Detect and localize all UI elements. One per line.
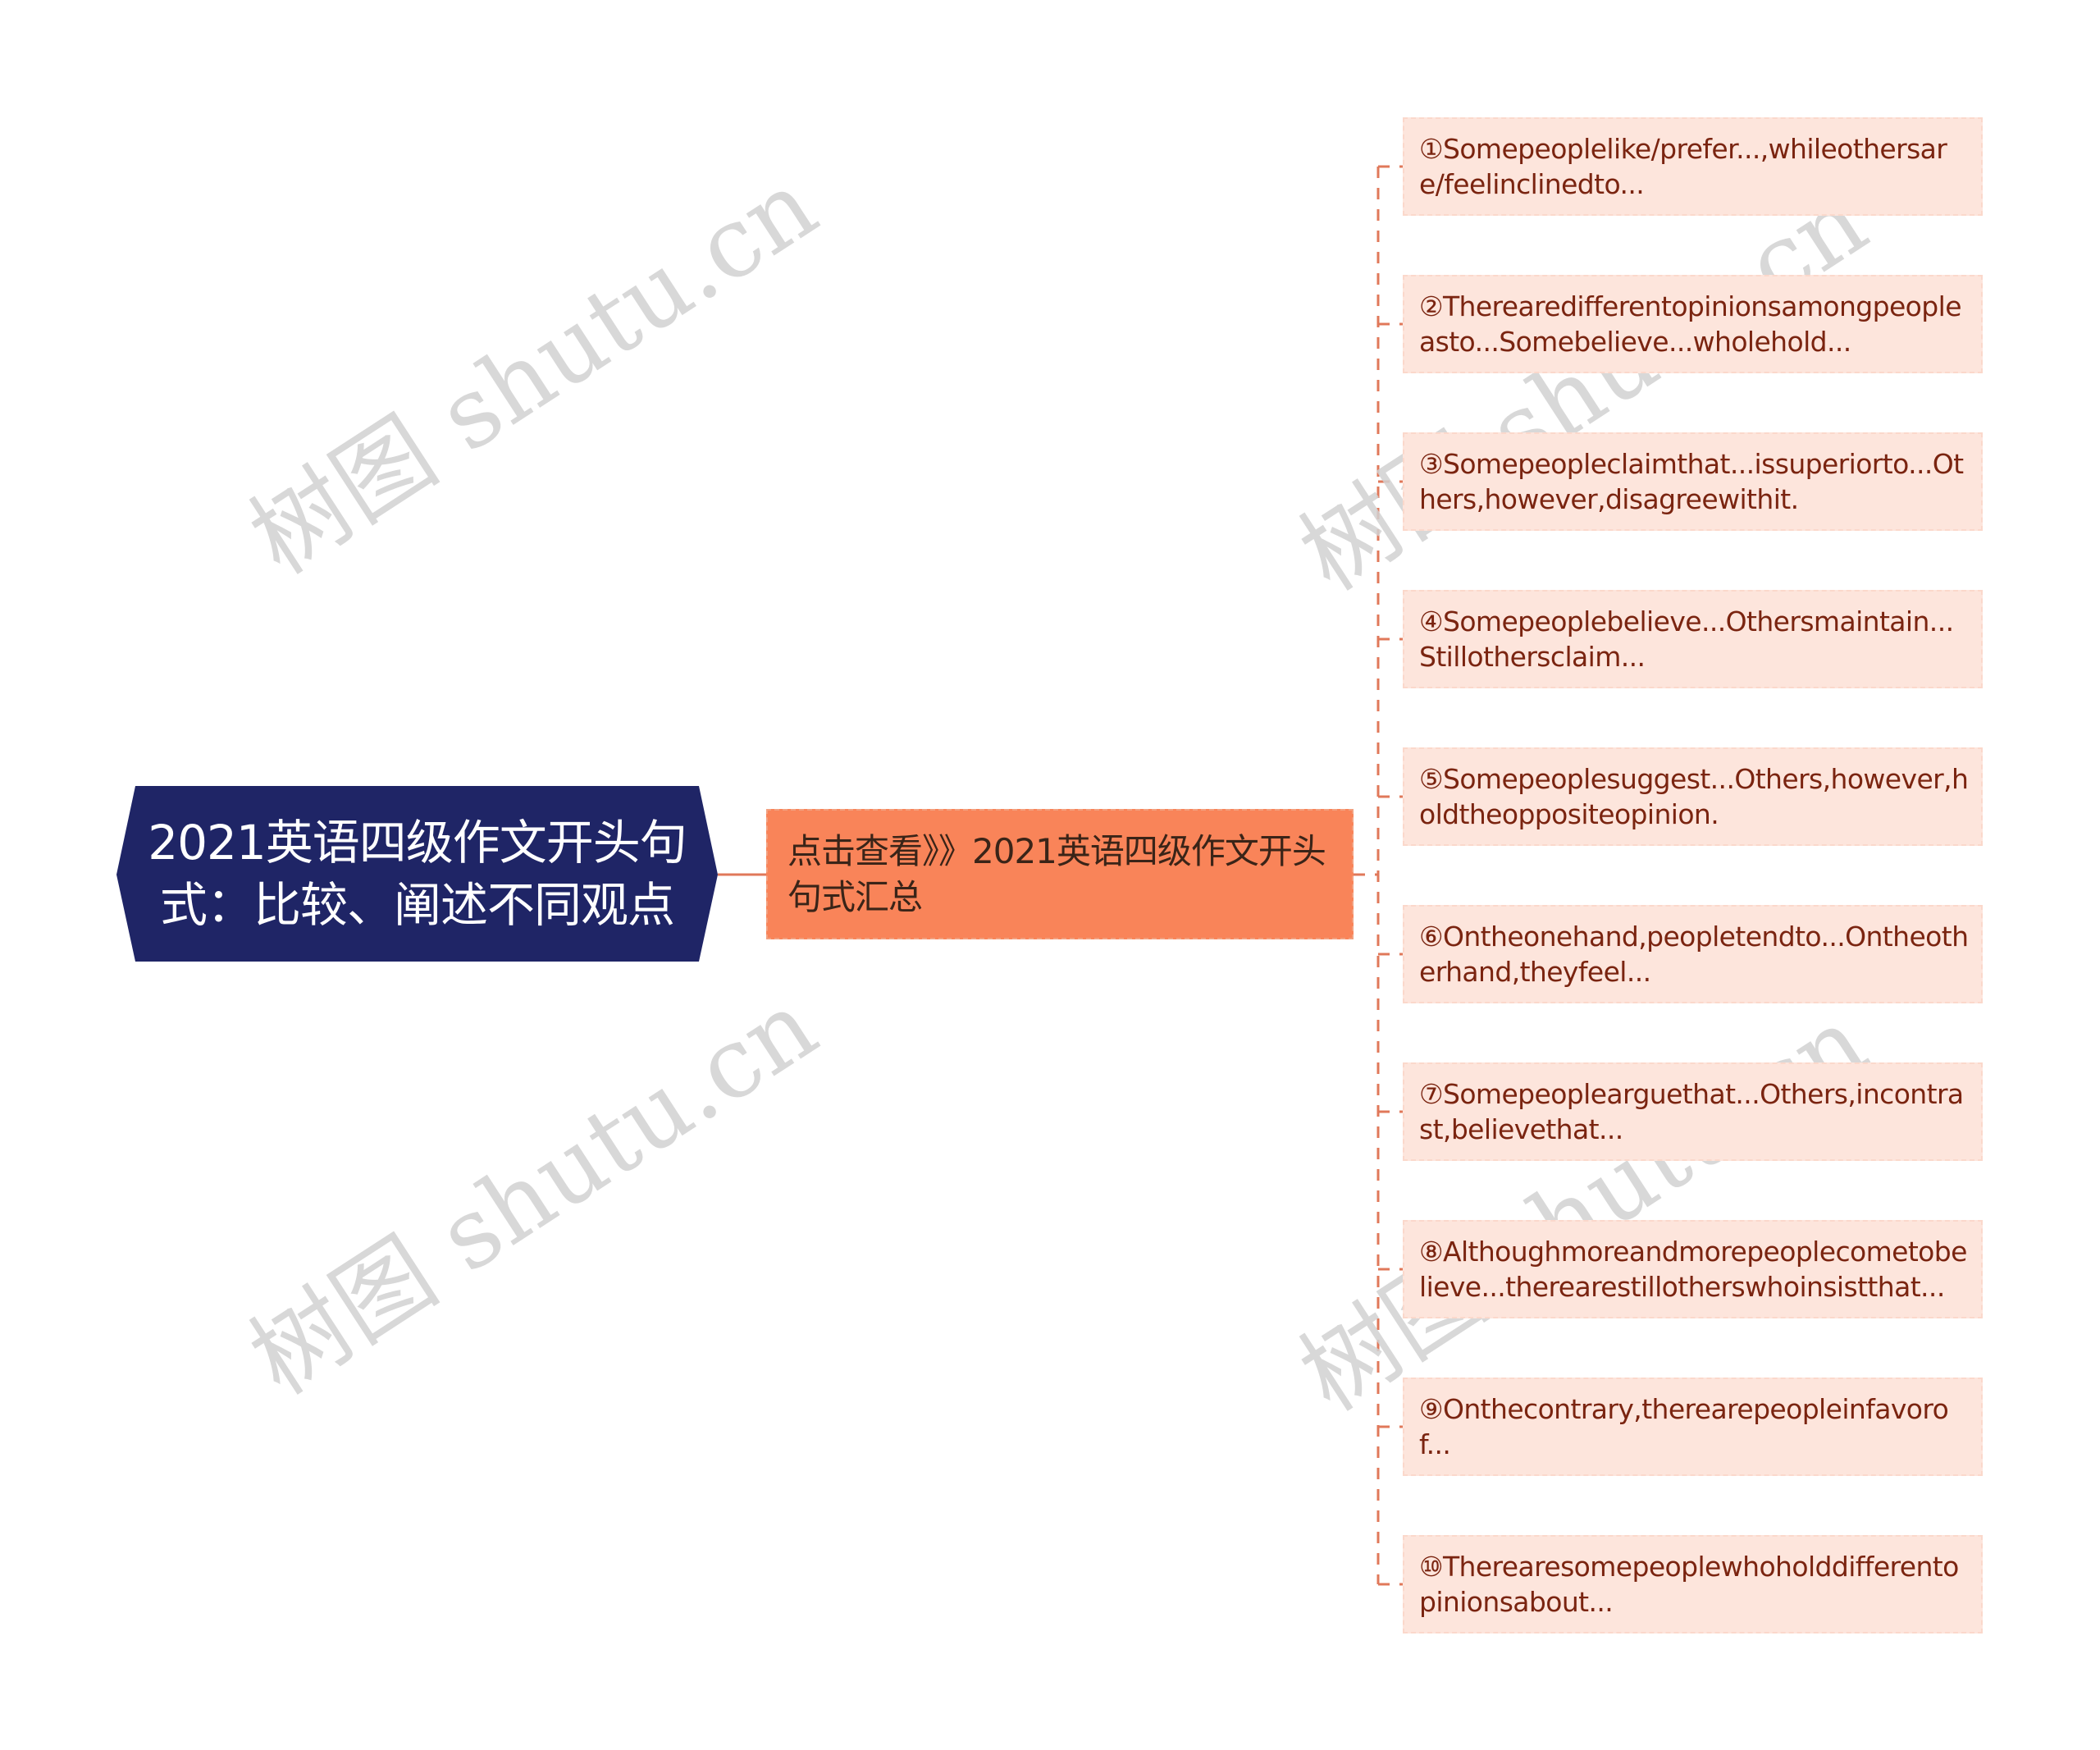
leaf-node[interactable]: ⑥Ontheonehand,peopletendto...Ontheotherh… — [1403, 905, 1983, 1003]
leaf-node-text: ③Somepeopleclaimthat...issuperiorto...Ot… — [1419, 448, 1964, 515]
leaf-node-text: ⑨Onthecontrary,therearepeopleinfavorof..… — [1419, 1393, 1949, 1460]
leaf-node-text: ①Somepeoplelike/prefer...,whileothersare… — [1419, 133, 1947, 200]
leaf-node[interactable]: ⑩Therearesomepeoplewhoholddifferentopini… — [1403, 1535, 1983, 1633]
leaf-node[interactable]: ⑧Althoughmoreandmorepeoplecometobelieve.… — [1403, 1220, 1983, 1318]
leaf-node[interactable]: ⑦Somepeoplearguethat...Others,incontrast… — [1403, 1062, 1983, 1161]
root-node-title: 2021英语四级作文开头句式：比较、阐述不同观点 — [148, 815, 687, 933]
leaf-node[interactable]: ②Therearedifferentopinionsamongpeopleast… — [1403, 275, 1983, 373]
leaf-node-text: ⑦Somepeoplearguethat...Others,incontrast… — [1419, 1078, 1964, 1145]
middle-node-link[interactable]: 点击查看》》2021英语四级作文开头句式汇总 — [766, 809, 1354, 939]
leaf-node-text: ⑩Therearesomepeoplewhoholddifferentopini… — [1419, 1551, 1959, 1618]
leaf-node[interactable]: ⑨Onthecontrary,therearepeopleinfavorof..… — [1403, 1378, 1983, 1476]
leaf-node[interactable]: ④Somepeoplebelieve...Othersmaintain...St… — [1403, 590, 1983, 688]
leaf-node-text: ④Somepeoplebelieve...Othersmaintain...St… — [1419, 605, 1954, 673]
leaf-node[interactable]: ⑤Somepeoplesuggest...Others,however,hold… — [1403, 747, 1983, 846]
leaf-node-text: ②Therearedifferentopinionsamongpeopleast… — [1419, 290, 1962, 358]
leaf-node-text: ⑥Ontheonehand,peopletendto...Ontheotherh… — [1419, 921, 1969, 988]
middle-node-label: 点击查看》》2021英语四级作文开头句式汇总 — [788, 830, 1326, 917]
leaf-node[interactable]: ①Somepeoplelike/prefer...,whileothersare… — [1403, 117, 1983, 216]
root-node[interactable]: 2021英语四级作文开头句式：比较、阐述不同观点 — [116, 786, 718, 962]
leaf-node-text: ⑧Althoughmoreandmorepeoplecometobelieve.… — [1419, 1236, 1967, 1303]
leaf-node[interactable]: ③Somepeopleclaimthat...issuperiorto...Ot… — [1403, 432, 1983, 531]
leaf-node-text: ⑤Somepeoplesuggest...Others,however,hold… — [1419, 763, 1969, 830]
